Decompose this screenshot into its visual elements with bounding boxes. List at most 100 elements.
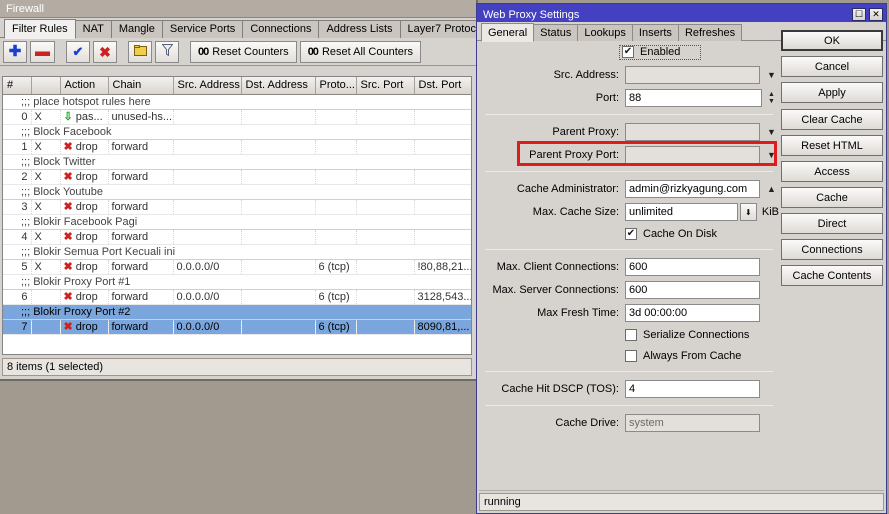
cell-src-port xyxy=(356,109,414,124)
firewall-tab-nat[interactable]: NAT xyxy=(75,20,112,38)
cache-administrator-chevron-up-icon[interactable]: ▲ xyxy=(764,180,779,198)
column-header-dst-port[interactable]: Dst. Port xyxy=(414,77,472,94)
column-header-blank-1[interactable] xyxy=(31,77,60,94)
max-server-connections-input[interactable]: 600 xyxy=(625,281,760,299)
column-header-action[interactable]: Action xyxy=(60,77,108,94)
cache-on-disk-row[interactable]: ✔ Cache On Disk xyxy=(479,225,779,243)
cell-action-label: drop xyxy=(76,261,98,273)
port-input[interactable]: 88 xyxy=(625,89,762,107)
enabled-frame[interactable]: ✔ Enabled xyxy=(619,45,701,60)
proxy-tab-status[interactable]: Status xyxy=(533,24,578,41)
cell-chain: unused-hs... xyxy=(108,109,173,124)
table-row[interactable]: 1X✖dropforward xyxy=(3,139,472,154)
column-header-chain[interactable]: Chain xyxy=(108,77,173,94)
counter-all-icon: 00 xyxy=(308,46,318,58)
firewall-status-bar: 8 items (1 selected) xyxy=(2,358,472,376)
port-spinner-icon[interactable]: ▲▼ xyxy=(764,89,779,107)
apply-button[interactable]: Apply xyxy=(781,82,883,103)
table-row[interactable]: 7✖dropforward0.0.0.0/06 (tcp)8090,81,... xyxy=(3,319,472,334)
proxy-tab-lookups[interactable]: Lookups xyxy=(577,24,633,41)
disable-rule-button[interactable]: ✖ xyxy=(93,41,117,63)
reset-counters-label: Reset Counters xyxy=(212,46,288,58)
serialize-connections-row[interactable]: Serialize Connections xyxy=(479,326,779,344)
cancel-button[interactable]: Cancel xyxy=(781,56,883,77)
table-row[interactable]: 3X✖dropforward xyxy=(3,199,472,214)
web-proxy-settings-dialog: Web Proxy Settings ☐ ✕ GeneralStatusLook… xyxy=(476,3,887,514)
firewall-tab-address-lists[interactable]: Address Lists xyxy=(318,20,400,38)
firewall-rules-table-container[interactable]: # ActionChainSrc. AddressDst. AddressProt… xyxy=(2,76,472,355)
column-header-src-address[interactable]: Src. Address xyxy=(173,77,241,94)
cache-administrator-input[interactable]: admin@rizkyagung.com xyxy=(625,180,760,198)
connections-button[interactable]: Connections xyxy=(781,239,883,260)
direct-button[interactable]: Direct xyxy=(781,213,883,234)
proxy-titlebar: Web Proxy Settings ☐ ✕ xyxy=(477,4,886,22)
table-row[interactable]: 2X✖dropforward xyxy=(3,169,472,184)
enabled-checkbox[interactable]: ✔ xyxy=(622,46,634,58)
src-address-chevron-down-icon[interactable]: ▼ xyxy=(764,66,779,84)
proxy-tab-refreshes[interactable]: Refreshes xyxy=(678,24,742,41)
cache-button[interactable]: Cache xyxy=(781,187,883,208)
access-button[interactable]: Access xyxy=(781,161,883,182)
add-rule-button[interactable]: ✚ xyxy=(3,41,27,63)
cache-on-disk-label: Cache On Disk xyxy=(643,228,717,240)
cell-dst-port: 8090,81,... xyxy=(414,319,472,334)
column-header-[interactable]: # xyxy=(3,77,31,94)
cell-action-label: drop xyxy=(76,141,98,153)
table-comment-row[interactable]: ;;; Blokir Proxy Port #1 xyxy=(3,274,472,289)
max-fresh-time-input[interactable]: 3d 00:00:00 xyxy=(625,304,760,322)
ok-button[interactable]: OK xyxy=(781,30,883,51)
max-cache-size-dropdown-button[interactable]: ⬇ xyxy=(740,203,757,221)
proxy-tab-general[interactable]: General xyxy=(481,23,534,42)
src-address-input[interactable] xyxy=(625,66,760,84)
table-row[interactable]: 6✖dropforward0.0.0.0/06 (tcp)3128,543... xyxy=(3,289,472,304)
filter-button[interactable] xyxy=(155,41,179,63)
table-row[interactable]: 5X✖dropforward0.0.0.0/06 (tcp)!80,88,21.… xyxy=(3,259,472,274)
table-comment-row[interactable]: ;;; Blokir Proxy Port #2 xyxy=(3,304,472,319)
column-header-src-port[interactable]: Src. Port xyxy=(356,77,414,94)
parent-proxy-input[interactable] xyxy=(625,123,760,141)
remove-rule-button[interactable]: ▬ xyxy=(30,41,55,63)
cache-hit-dscp-input[interactable]: 4 xyxy=(625,380,760,398)
cell-action: ✖drop xyxy=(60,169,108,184)
parent-proxy-chevron-down-icon[interactable]: ▼ xyxy=(764,123,779,141)
table-row[interactable]: 4X✖dropforward xyxy=(3,229,472,244)
column-header-dst-address[interactable]: Dst. Address xyxy=(241,77,315,94)
comment-button[interactable] xyxy=(128,41,152,63)
column-header-proto[interactable]: Proto... xyxy=(315,77,356,94)
enable-rule-button[interactable]: ✔ xyxy=(66,41,90,63)
firewall-tab-service-ports[interactable]: Service Ports xyxy=(162,20,243,38)
cell-dst-port: 3128,543... xyxy=(414,289,472,304)
screen: Firewall Filter RulesNATMangleService Po… xyxy=(0,0,889,514)
proxy-tab-inserts[interactable]: Inserts xyxy=(632,24,679,41)
close-icon[interactable]: ✕ xyxy=(869,8,883,21)
firewall-tab-mangle[interactable]: Mangle xyxy=(111,20,163,38)
table-comment-row[interactable]: ;;; Blokir Facebook Pagi xyxy=(3,214,472,229)
cache-hit-dscp-label: Cache Hit DSCP (TOS): xyxy=(479,383,625,395)
table-comment-row[interactable]: ;;; place hotspot rules here xyxy=(3,94,472,109)
max-cache-size-input[interactable]: unlimited xyxy=(625,203,738,221)
max-client-connections-input[interactable]: 600 xyxy=(625,258,760,276)
reset-html-button[interactable]: Reset HTML xyxy=(781,135,883,156)
table-comment-row[interactable]: ;;; Blokir Semua Port Kecuali ini xyxy=(3,244,472,259)
drop-x-icon: ✖ xyxy=(64,291,73,303)
table-comment-row[interactable]: ;;; Block Youtube xyxy=(3,184,472,199)
cache-drive-input[interactable]: system xyxy=(625,414,760,432)
table-comment-row[interactable]: ;;; Block Twitter xyxy=(3,154,472,169)
parent-proxy-port-input[interactable] xyxy=(625,146,760,164)
parent-proxy-port-chevron-down-icon[interactable]: ▼ xyxy=(764,146,779,164)
cell-flag: X xyxy=(31,199,60,214)
always-from-cache-row[interactable]: Always From Cache xyxy=(479,347,779,365)
firewall-tab-connections[interactable]: Connections xyxy=(242,20,319,38)
cache-on-disk-checkbox[interactable]: ✔ xyxy=(625,228,637,240)
reset-counters-button[interactable]: 00 Reset Counters xyxy=(190,41,297,63)
maximize-icon[interactable]: ☐ xyxy=(852,8,866,21)
always-from-cache-checkbox[interactable] xyxy=(625,350,637,362)
table-row[interactable]: 0X⇩pas...unused-hs... xyxy=(3,109,472,124)
table-comment-row[interactable]: ;;; Block Facebook xyxy=(3,124,472,139)
reset-all-counters-button[interactable]: 00 Reset All Counters xyxy=(300,41,421,63)
clear-cache-button[interactable]: Clear Cache xyxy=(781,109,883,130)
firewall-tab-filter-rules[interactable]: Filter Rules xyxy=(4,19,76,39)
serialize-connections-checkbox[interactable] xyxy=(625,329,637,341)
firewall-titlebar: Firewall xyxy=(0,0,476,18)
cache-contents-button[interactable]: Cache Contents xyxy=(781,265,883,286)
